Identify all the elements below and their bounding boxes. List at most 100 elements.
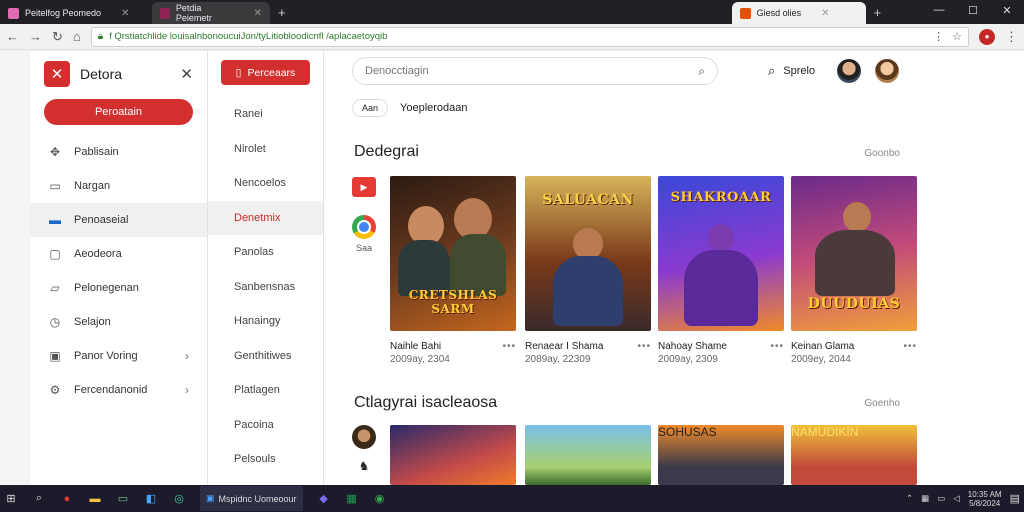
browser-tab-3[interactable]: Giesd olies ✕ [731,2,866,24]
primary-button[interactable]: Peroatain [44,99,193,125]
sub-panel-button[interactable]: ▯ Perceaars [221,60,310,85]
drawer-item-4[interactable]: ▢ Aeodeora [30,237,207,271]
bookmark-icon: ▭ [49,179,61,193]
sub-item[interactable]: Hanaingy [208,304,323,339]
sub-item[interactable]: Platlagen [208,373,323,408]
volume-icon[interactable]: ◁ [953,493,960,504]
close-tab-icon[interactable]: ✕ [821,8,829,19]
avatar[interactable] [875,59,900,83]
drawer-item-3[interactable]: ▬ Penoaseial [30,203,207,237]
drawer-item-label: Panor Voring [74,350,138,362]
taskbar: ⊞ ⌕ ● ▬ ▭ ◧ ◎ ▣ Mspidnc Uomeoour ◆ ▦ ◉ ⌃… [0,485,1024,512]
display-icon[interactable]: ▭ [937,493,945,504]
game-cover[interactable] [525,425,651,485]
sub-item-selected[interactable]: Denetmix [208,200,323,235]
sub-item[interactable]: Panolas [208,235,323,270]
drawer-item-label: Selajon [74,316,111,328]
search-icon[interactable]: ⌕ [768,63,775,79]
drawer-item-label: Nargan [74,180,111,192]
back-icon[interactable]: ← [6,29,19,44]
chevron-up-icon[interactable]: ⌃ [906,493,913,504]
clock[interactable]: 10:35 AM 5/8/2024 [968,490,1002,508]
avatar[interactable] [837,59,862,83]
section-link[interactable]: Goonbo [864,148,900,159]
sub-item[interactable]: Pelsouls [208,442,323,477]
tab-favicon [739,7,751,19]
edge-icon[interactable]: ◎ [172,492,186,506]
new-tab-button-2[interactable]: + [874,5,882,20]
more-icon[interactable]: ••• [502,341,516,352]
puzzle-icon: ✥ [49,145,61,159]
browser-tab-2[interactable]: Petdia Peiemetr ✕ [152,2,270,24]
avatar[interactable] [352,425,376,449]
drawer-item-8[interactable]: ⚙ Fercendanonid › [30,373,207,407]
clock-time: 10:35 AM [967,489,1002,499]
drawer-item-label: Fercendanonid [74,384,148,396]
reload-icon[interactable]: ↻ [52,29,63,45]
extension-icon[interactable]: ● [979,28,995,45]
game-card[interactable]: SHAKROAAR Nahoay Shame ••• 2009ay, 2309 [658,176,784,365]
filter-chip[interactable]: Aan [352,99,389,117]
menu-icon[interactable]: ⋮ [1005,29,1018,45]
browser-tab-1[interactable]: Peitelfog Peomedo ✕ [0,2,150,24]
store-icon[interactable]: ◧ [144,492,158,506]
game-cover[interactable] [390,425,516,485]
more-icon[interactable]: ••• [770,341,784,352]
forward-icon[interactable]: → [29,29,42,44]
drawer-item-2[interactable]: ▭ Nargan [30,169,207,203]
search-input[interactable]: Denocctiagin ⌕ [352,57,718,85]
sub-item[interactable]: Nirolet [208,132,323,167]
sub-item[interactable]: Sanbensnas [208,270,323,305]
video-icon[interactable]: ▶ [352,177,376,197]
minimize-button[interactable]: — [922,0,956,20]
windows-start-icon[interactable]: ⊞ [4,492,18,506]
filter-row: Aan Yoeplerodaan [352,99,468,117]
url-field[interactable]: 🔒︎ f Qrstiatchlide louisalnbonoucuiJon/t… [90,26,969,47]
side-icons: ▶ Saa [352,177,376,253]
close-tab-icon[interactable]: ✕ [121,8,129,19]
game-card[interactable]: DUUDUIAS Keinan Glama ••• 2009ey, 2044 [791,176,917,365]
game-cover-title: SALUACAN [542,192,634,208]
taskbar-active-app[interactable]: ▣ Mspidnc Uomeoour [200,486,303,511]
game-cover: CRETSHLAS SARM [390,176,516,331]
game-cover-title: DUUDUIAS [807,296,901,312]
sub-item[interactable]: Genthitiwes [208,339,323,374]
maximize-button[interactable]: ☐ [956,0,990,20]
drawer-title: Detora [80,66,123,82]
chrome-icon[interactable] [352,215,376,239]
drawer-item-6[interactable]: ◷ Selajon [30,305,207,339]
network-icon[interactable]: ▦ [921,493,929,504]
search-icon[interactable]: ⌕ [32,492,46,506]
close-tab-icon[interactable]: ✕ [254,8,262,19]
excel-icon[interactable]: ▦ [345,492,359,506]
star-icon[interactable]: ☆ [952,30,962,43]
drawer-item-5[interactable]: ▱ Pelonegenan [30,271,207,305]
new-tab-button[interactable]: + [278,5,286,20]
game-card[interactable]: SALUACAN Renaear I Shama ••• 2089ay, 2230… [525,176,651,365]
sub-item[interactable]: Pacoina [208,408,323,443]
more-icon[interactable]: ••• [903,341,917,352]
options-icon[interactable]: ⋮ [933,30,944,43]
chrome-taskbar-icon[interactable]: ◉ [373,492,387,506]
game-card[interactable]: CRETSHLAS SARM Naihle Bahi ••• 2009ay, 23… [390,176,516,365]
game-cover[interactable]: SOHUSAS [658,425,784,485]
close-window-button[interactable]: ✕ [990,0,1024,20]
close-icon[interactable]: ✕ [180,65,193,83]
drawer-item-7[interactable]: ▣ Panor Voring › [30,339,207,373]
section-link[interactable]: Goenho [864,398,900,409]
game-cover[interactable]: NAMUDIKIN [791,425,917,485]
chat-app-icon[interactable]: ▭ [116,492,130,506]
sub-item[interactable]: Nencoelos [208,166,323,201]
taskbar-app-label: Mspidnc Uomeoour [218,493,297,504]
header-action-label[interactable]: Sprelo [783,65,815,77]
home-icon[interactable]: ⌂ [73,29,81,44]
teams-icon[interactable]: ◆ [317,492,331,506]
sub-item[interactable]: Ranei [208,97,323,132]
file-explorer-icon[interactable]: ▬ [88,492,102,506]
more-icon[interactable]: ••• [637,341,651,352]
search-icon[interactable]: ⌕ [698,64,705,79]
tab-title: Giesd olies [756,8,802,18]
opera-icon[interactable]: ● [60,492,74,506]
notification-icon[interactable]: ▤ [1010,492,1020,505]
drawer-item-1[interactable]: ✥ Pablisain [30,135,207,169]
